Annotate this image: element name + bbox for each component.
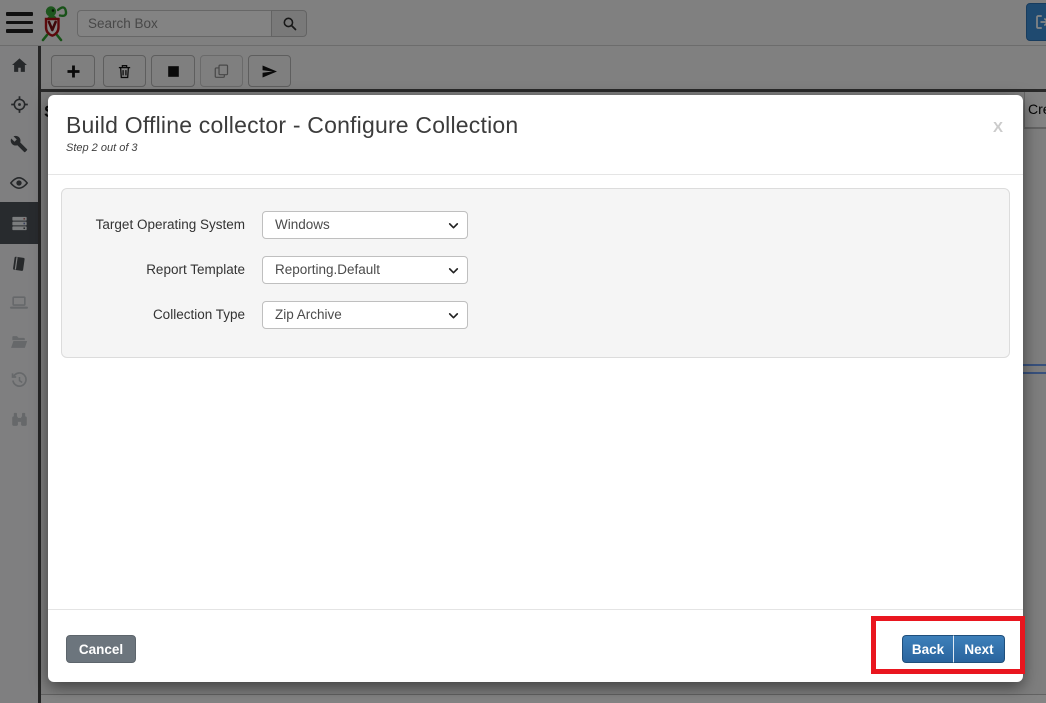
chevron-down-icon: [447, 219, 460, 232]
form-row-target-os: Target Operating System Windows: [62, 211, 1009, 239]
chevron-down-icon: [447, 264, 460, 277]
modal-header: Build Offline collector - Configure Coll…: [48, 95, 1023, 175]
collection-type-label: Collection Type: [62, 301, 245, 329]
modal-footer: Cancel Back Next: [48, 609, 1023, 682]
target-os-label: Target Operating System: [62, 211, 245, 239]
target-os-select[interactable]: Windows: [262, 211, 468, 239]
cancel-button[interactable]: Cancel: [66, 635, 136, 663]
form-row-collection-type: Collection Type Zip Archive: [62, 301, 1009, 329]
target-os-value: Windows: [275, 217, 330, 232]
chevron-down-icon: [447, 309, 460, 322]
report-template-label: Report Template: [62, 256, 245, 284]
report-template-select[interactable]: Reporting.Default: [262, 256, 468, 284]
modal-title: Build Offline collector - Configure Coll…: [66, 112, 999, 139]
next-button[interactable]: Next: [954, 635, 1005, 663]
modal-step-indicator: Step 2 out of 3: [66, 142, 999, 154]
collection-type-select[interactable]: Zip Archive: [262, 301, 468, 329]
collection-type-value: Zip Archive: [275, 307, 342, 322]
report-template-value: Reporting.Default: [275, 262, 380, 277]
close-icon[interactable]: X: [993, 119, 1003, 136]
build-offline-collector-modal: Build Offline collector - Configure Coll…: [48, 95, 1023, 682]
wizard-nav-button-group: Back Next: [902, 635, 1005, 663]
form-row-report-template: Report Template Reporting.Default: [62, 256, 1009, 284]
back-button[interactable]: Back: [902, 635, 954, 663]
configure-collection-form: Target Operating System Windows Report T…: [61, 188, 1010, 358]
